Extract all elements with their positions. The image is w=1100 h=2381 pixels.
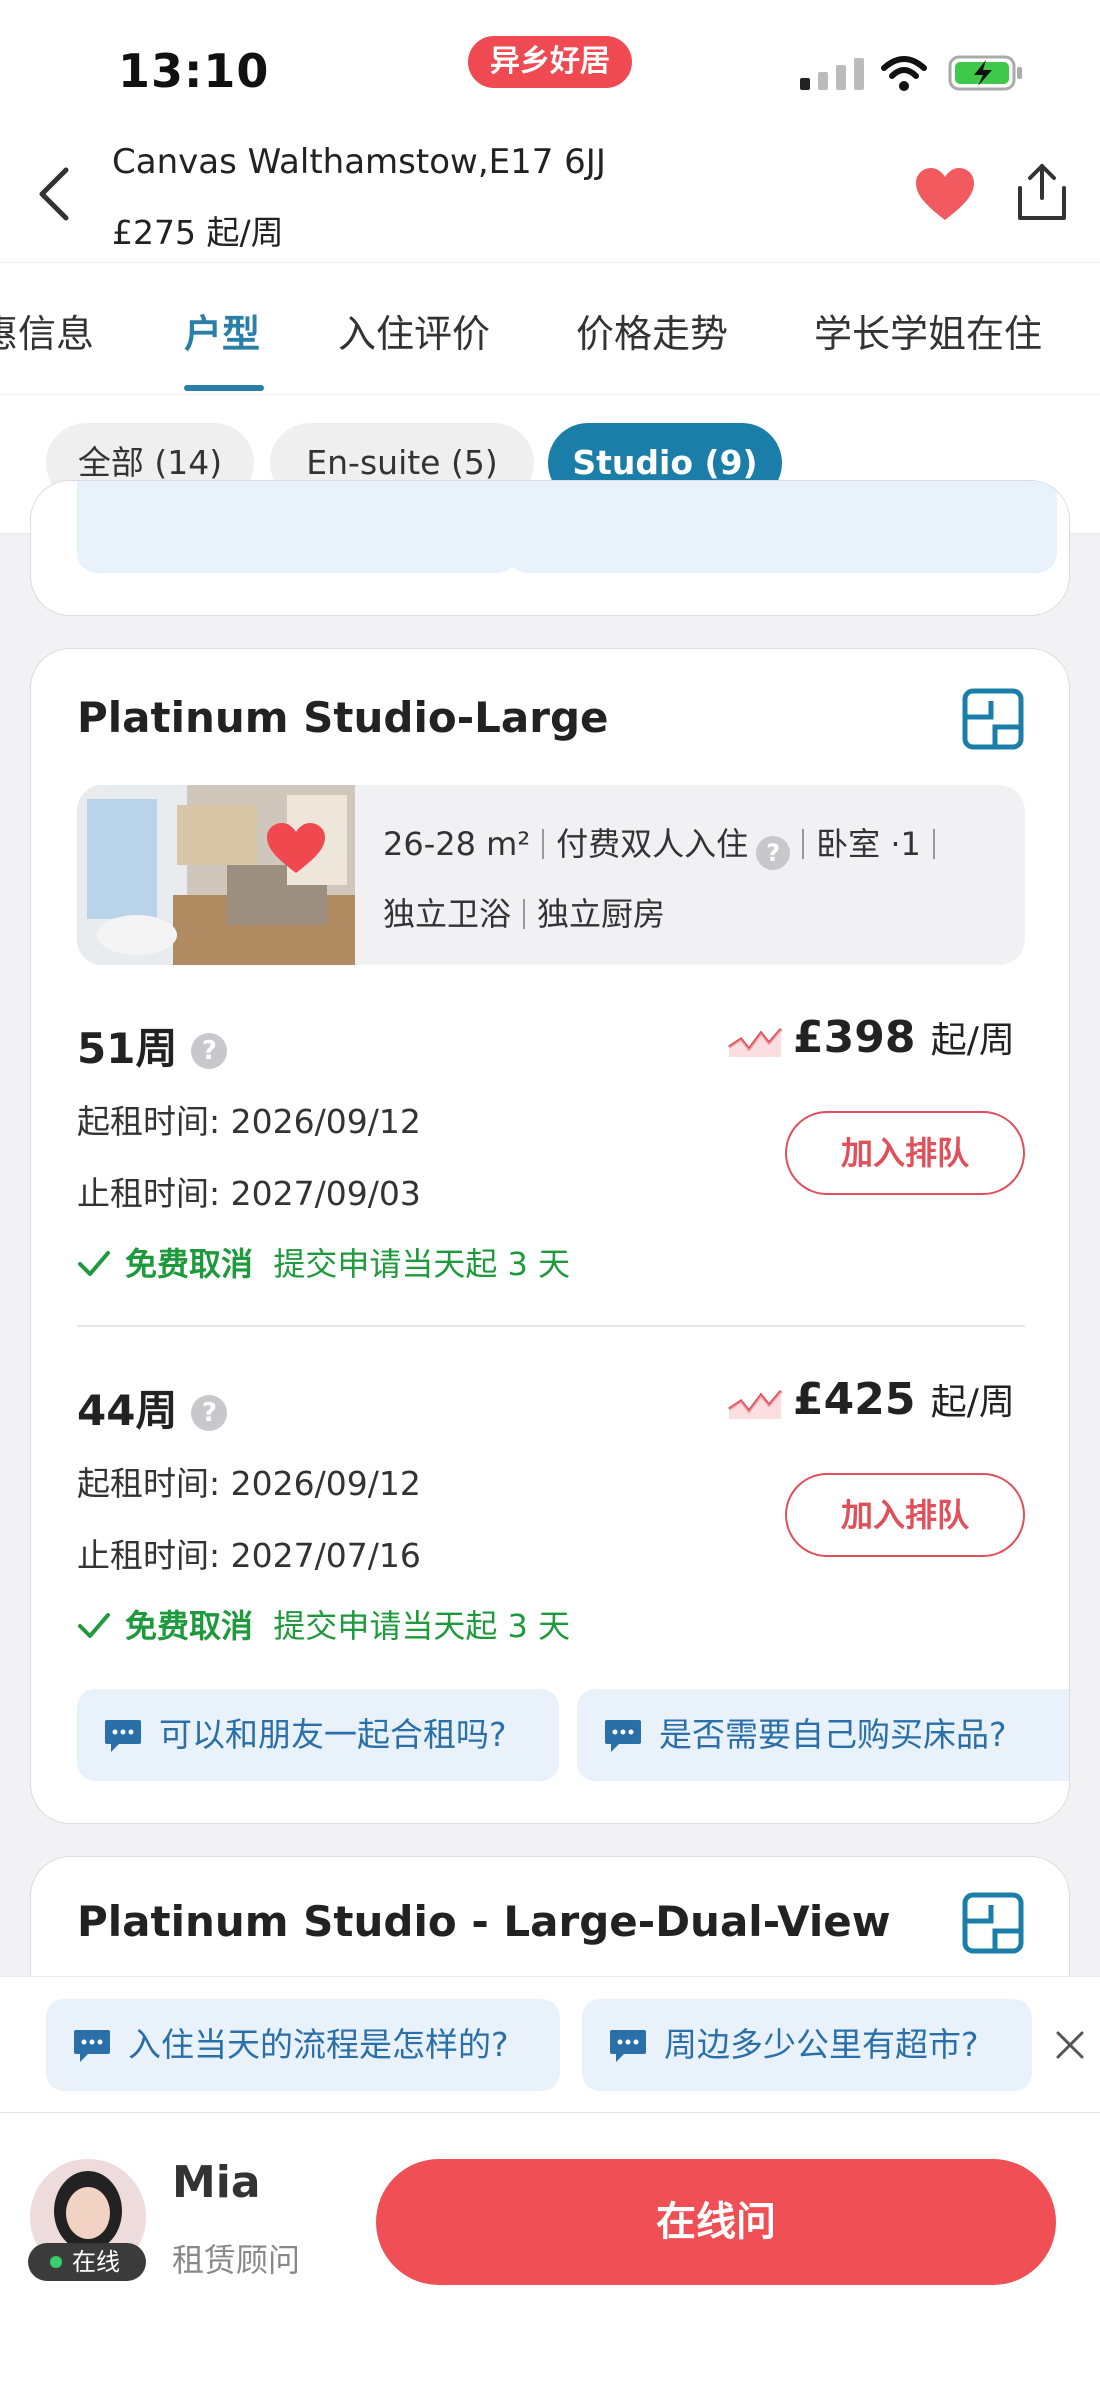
room-specs-line2: 独立卫浴 独立厨房 (383, 889, 665, 935)
tab-reviews[interactable]: 入住评价 (338, 303, 490, 358)
section-tabs: 惠信息 户型 入住评价 价格走势 学长学姐在住 (0, 262, 1100, 394)
close-icon[interactable] (1054, 2029, 1086, 2061)
previous-room-card (30, 480, 1070, 616)
divider (77, 1325, 1025, 1327)
active-tab-indicator (184, 385, 264, 391)
agent-name: Mia (172, 2157, 261, 2208)
check-icon (78, 1251, 110, 1276)
join-queue-button[interactable]: 加入排队 (785, 1111, 1025, 1195)
faq-pill-move-in-process[interactable]: 入住当天的流程是怎样的? (46, 1999, 560, 2091)
start-date: 起租时间: 2026/09/12 (77, 1102, 421, 1141)
cellular-signal-icon (800, 58, 864, 90)
contact-bar: 在线 Mia 租赁顾问 在线问 (0, 2112, 1100, 2381)
separator (802, 829, 805, 859)
chat-bubble-icon (105, 1720, 141, 1752)
weekly-price: £425 起/周 (793, 1374, 1015, 1425)
help-icon[interactable]: ? (756, 836, 791, 870)
faq-pill[interactable] (507, 481, 1057, 573)
ask-online-button[interactable]: 在线问 (376, 2159, 1056, 2285)
separator (932, 829, 935, 859)
faq-pill[interactable] (77, 481, 517, 573)
tab-room-types[interactable]: 户型 (184, 303, 260, 358)
room-card: Platinum Studio-Large 26-28 m² 付费双人入住? 卧室 … (30, 648, 1070, 1824)
room-title: Platinum Studio-Large (77, 693, 609, 742)
online-status-badge: 在线 (28, 2243, 146, 2281)
weekly-price: £398 起/周 (793, 1012, 1015, 1063)
end-date: 止租时间: 2027/09/03 (77, 1174, 421, 1213)
tenancy-weeks: 44周? (77, 1377, 228, 1438)
free-cancel-note: 免费取消 提交申请当天起 3 天 (77, 1601, 570, 1647)
photo-heart-icon[interactable] (265, 821, 327, 877)
room-bath: 独立卫浴 (383, 895, 512, 933)
separator (542, 829, 545, 859)
help-icon[interactable]: ? (191, 1395, 228, 1431)
favorite-heart-icon[interactable] (914, 166, 976, 224)
room-kitchen: 独立厨房 (537, 895, 666, 933)
check-icon (78, 1613, 110, 1638)
free-cancel-note: 免费取消 提交申请当天起 3 天 (77, 1239, 570, 1285)
suggested-questions-bar: 入住当天的流程是怎样的? 周边多少公里有超市? (0, 1976, 1100, 2112)
tab-offers[interactable]: 惠信息 (0, 303, 94, 358)
share-icon[interactable] (1014, 162, 1070, 222)
agent-role: 租赁顾问 (172, 2241, 301, 2279)
room-area: 26-28 m² (383, 825, 531, 863)
room-occupancy: 付费双人入住 (556, 825, 749, 863)
faq-pill-share-with-friend[interactable]: 可以和朋友一起合租吗? (77, 1689, 559, 1781)
online-dot-icon (50, 2256, 62, 2268)
floorplan-icon[interactable] (961, 1891, 1025, 1955)
join-queue-button[interactable]: 加入排队 (785, 1473, 1025, 1557)
end-date: 止租时间: 2027/07/16 (77, 1536, 421, 1575)
faq-pill-supermarket[interactable]: 周边多少公里有超市? (582, 1999, 1032, 2091)
price-trend-icon (728, 1390, 783, 1419)
status-time: 13:10 (118, 44, 270, 98)
status-bar: 13:10 异乡好居 (0, 0, 1100, 130)
tenancy-weeks: 51周? (77, 1015, 228, 1076)
wifi-icon (881, 56, 927, 91)
property-title: Canvas Walthamstow,E17 6JJ (112, 142, 606, 182)
separator (523, 899, 526, 929)
room-title: Platinum Studio - Large-Dual-View (77, 1897, 891, 1946)
battery-charging-icon (948, 55, 1022, 91)
tab-alumni-residents[interactable]: 学长学姐在住 (814, 303, 1042, 358)
room-specs-line1: 26-28 m² 付费双人入住? 卧室 ·1 (383, 819, 947, 870)
tab-price-trend[interactable]: 价格走势 (576, 303, 728, 358)
help-icon[interactable]: ? (191, 1033, 228, 1069)
floorplan-icon[interactable] (961, 687, 1025, 751)
start-date: 起租时间: 2026/09/12 (77, 1464, 421, 1503)
property-price: £275 起/周 (112, 213, 284, 252)
back-arrow-icon[interactable] (30, 164, 80, 224)
property-header: Canvas Walthamstow,E17 6JJ £275 起/周 (0, 130, 1100, 262)
brand-badge: 异乡好居 (468, 36, 632, 88)
chat-bubble-icon (610, 2030, 646, 2062)
chat-bubble-icon (605, 1720, 641, 1752)
chat-bubble-icon (74, 2030, 110, 2062)
price-trend-icon (728, 1028, 783, 1057)
faq-pill-bedding[interactable]: 是否需要自己购买床品? (577, 1689, 1069, 1781)
room-bedroom: 卧室 ·1 (816, 825, 921, 863)
room-summary[interactable]: 26-28 m² 付费双人入住? 卧室 ·1 独立卫浴 独立厨房 (77, 785, 1025, 965)
